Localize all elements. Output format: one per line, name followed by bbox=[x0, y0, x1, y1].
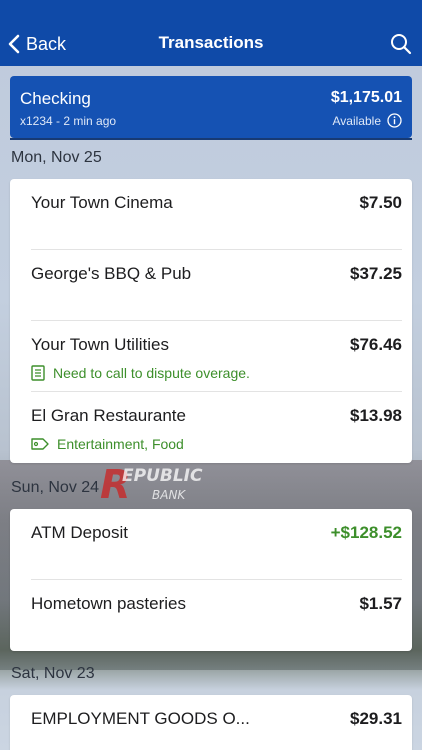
transaction-group: Your Town Cinema $7.50 George's BBQ & Pu… bbox=[10, 179, 412, 463]
transaction-title: Hometown pasteries bbox=[31, 594, 186, 613]
transaction-title: Your Town Utilities bbox=[31, 335, 169, 354]
transaction-row[interactable]: ATM Deposit +$128.52 bbox=[31, 509, 402, 580]
transaction-row[interactable]: George's BBQ & Pub $37.25 bbox=[31, 250, 402, 321]
transaction-title: El Gran Restaurante bbox=[31, 406, 186, 425]
transaction-title: George's BBQ & Pub bbox=[31, 264, 192, 283]
available-label: Available bbox=[333, 113, 402, 128]
transaction-row[interactable]: Your Town Utilities $76.46 Need to call … bbox=[31, 321, 402, 392]
transaction-title: EMPLOYMENT GOODS O... bbox=[31, 709, 250, 728]
account-name: Checking bbox=[20, 89, 91, 108]
transaction-group: ATM Deposit +$128.52 Hometown pasteries … bbox=[10, 509, 412, 651]
transaction-note: Need to call to dispute overage. bbox=[31, 365, 250, 381]
transaction-row[interactable]: Your Town Cinema $7.50 bbox=[31, 179, 402, 250]
transaction-row[interactable]: Hometown pasteries $1.57 bbox=[31, 580, 402, 651]
account-summary[interactable]: Checking x1234 - 2 min ago $1,175.01 Ava… bbox=[10, 76, 412, 138]
transaction-amount: +$128.52 bbox=[330, 523, 402, 542]
transaction-amount: $29.31 bbox=[350, 709, 402, 728]
account-divider bbox=[10, 138, 412, 140]
account-balance: $1,175.01 bbox=[330, 89, 402, 106]
date-header: Mon, Nov 25 bbox=[11, 149, 102, 166]
transaction-title: Your Town Cinema bbox=[31, 193, 173, 212]
transaction-amount: $13.98 bbox=[350, 406, 402, 425]
transaction-title: ATM Deposit bbox=[31, 523, 128, 542]
info-icon[interactable] bbox=[387, 113, 402, 128]
transaction-amount: $1.57 bbox=[359, 594, 402, 613]
transaction-tags: Entertainment, Food bbox=[31, 436, 184, 452]
note-icon bbox=[31, 365, 45, 381]
date-header: Sat, Nov 23 bbox=[11, 665, 95, 682]
date-header: Sun, Nov 24 bbox=[11, 479, 100, 496]
tag-icon bbox=[31, 438, 49, 450]
account-subtitle: x1234 - 2 min ago bbox=[20, 114, 117, 128]
nav-bar: Back Transactions bbox=[0, 0, 422, 66]
transaction-amount: $7.50 bbox=[359, 193, 402, 212]
page-title: Transactions bbox=[158, 33, 264, 52]
bank-sign: R EPUBLIC BANK bbox=[100, 462, 203, 508]
transaction-amount: $37.25 bbox=[350, 264, 402, 283]
transaction-group: EMPLOYMENT GOODS O... $29.31 bbox=[10, 695, 412, 750]
transaction-row[interactable]: El Gran Restaurante $13.98 Entertainment… bbox=[31, 392, 402, 463]
search-icon[interactable] bbox=[390, 33, 412, 55]
transaction-row[interactable]: EMPLOYMENT GOODS O... $29.31 bbox=[31, 695, 402, 750]
transaction-amount: $76.46 bbox=[350, 335, 402, 354]
